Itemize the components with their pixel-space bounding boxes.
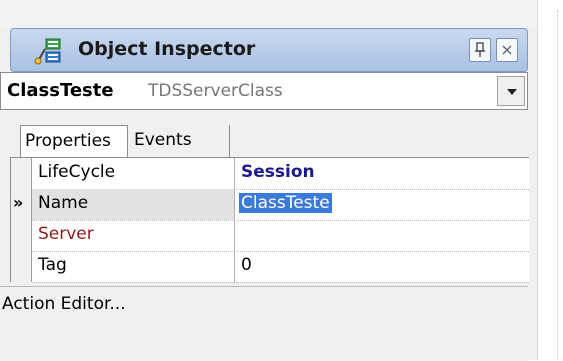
designer-edge <box>537 0 563 360</box>
property-name: Tag <box>38 255 67 275</box>
property-grid: LifeCycle Session Name ClassTeste Server… <box>10 157 529 283</box>
row-gutter <box>11 158 32 282</box>
panel-title: Object Inspector <box>78 38 256 60</box>
property-row-selected[interactable]: Name ClassTeste <box>32 189 529 221</box>
property-name: Server <box>38 224 94 244</box>
property-value[interactable]: 0 <box>241 255 252 275</box>
property-row[interactable]: Tag 0 <box>32 251 529 283</box>
property-row[interactable]: LifeCycle Session <box>32 158 529 190</box>
property-value-editor[interactable]: ClassTeste <box>239 193 332 213</box>
property-name: Name <box>38 193 89 213</box>
tab-properties[interactable]: Properties <box>20 125 128 157</box>
tab-strip: Properties Events <box>10 125 528 157</box>
action-editor-area: Action Editor... <box>0 286 528 361</box>
component-selector[interactable]: ClassTeste TDSServerClass <box>0 72 528 110</box>
component-type: TDSServerClass <box>148 81 283 101</box>
current-row-marker: » <box>13 193 24 212</box>
pin-icon[interactable] <box>469 38 491 62</box>
action-editor-link[interactable]: Action Editor... <box>2 294 126 314</box>
property-name: LifeCycle <box>38 162 116 182</box>
tab-events[interactable]: Events <box>130 125 230 157</box>
property-value[interactable]: Session <box>241 162 315 182</box>
dropdown-arrow-icon[interactable] <box>497 76 525 106</box>
component-name: ClassTeste <box>7 80 114 101</box>
title-bar[interactable]: Object Inspector <box>10 28 528 72</box>
property-row[interactable]: Server <box>32 220 529 252</box>
object-inspector-panel: Object Inspector ClassTeste TDSServerCla… <box>0 28 537 361</box>
top-strip <box>0 0 537 28</box>
close-icon[interactable] <box>496 38 518 62</box>
object-inspector-icon <box>34 38 61 65</box>
